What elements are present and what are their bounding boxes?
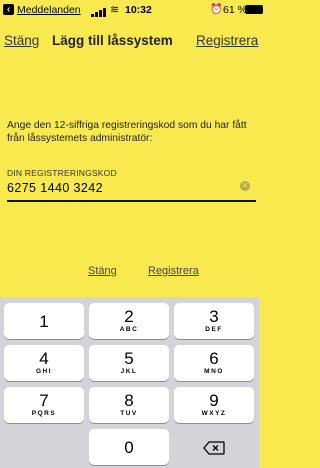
nav-register-button[interactable]: Registrera bbox=[196, 33, 258, 48]
instruction-text: Ange den 12-siffriga registreringskod so… bbox=[7, 120, 247, 144]
page-title: Lägg till låssystem bbox=[52, 33, 173, 48]
key-6[interactable]: 6 MNO bbox=[174, 345, 254, 381]
back-to-app-link[interactable]: Meddelanden bbox=[17, 4, 81, 16]
registration-code-input[interactable]: 6275 1440 3242 bbox=[7, 181, 103, 195]
back-arrow-icon[interactable]: ‹ bbox=[3, 4, 14, 15]
signal-bars-icon bbox=[91, 5, 107, 17]
navigation-bar: Stäng Lägg till låssystem Registrera bbox=[0, 30, 259, 54]
numeric-keypad: 1 2 ABC 3 DEF 4 GHI 5 JKL 6 MNO 7 PQRS 8… bbox=[0, 297, 259, 468]
key-8[interactable]: 8 TUV bbox=[89, 387, 169, 423]
input-underline bbox=[7, 200, 256, 202]
key-5[interactable]: 5 JKL bbox=[89, 345, 169, 381]
key-1[interactable]: 1 bbox=[4, 303, 84, 339]
key-3[interactable]: 3 DEF bbox=[174, 303, 254, 339]
close-button[interactable]: Stäng bbox=[88, 265, 117, 277]
alarm-clock-icon: ⏰ bbox=[210, 4, 223, 15]
status-time: 10:32 bbox=[125, 4, 152, 16]
battery-icon bbox=[245, 5, 263, 14]
backspace-icon bbox=[203, 441, 225, 455]
nav-close-button[interactable]: Stäng bbox=[4, 33, 39, 48]
registration-code-label: DIN REGISTRERINGSKOD bbox=[7, 168, 117, 178]
status-bar: ‹ Meddelanden ≋ 10:32 ⏰ 61 % bbox=[0, 0, 263, 24]
key-7[interactable]: 7 PQRS bbox=[4, 387, 84, 423]
key-0[interactable]: 0 bbox=[89, 429, 169, 465]
clear-field-icon[interactable]: ✕ bbox=[240, 181, 250, 191]
wifi-icon: ≋ bbox=[110, 4, 120, 16]
register-button[interactable]: Registrera bbox=[148, 265, 199, 277]
key-4[interactable]: 4 GHI bbox=[4, 345, 84, 381]
key-2[interactable]: 2 ABC bbox=[89, 303, 169, 339]
empty-key bbox=[4, 429, 84, 465]
battery-percent: 61 % bbox=[223, 4, 247, 16]
delete-key[interactable] bbox=[174, 429, 254, 465]
key-9[interactable]: 9 WXYZ bbox=[174, 387, 254, 423]
